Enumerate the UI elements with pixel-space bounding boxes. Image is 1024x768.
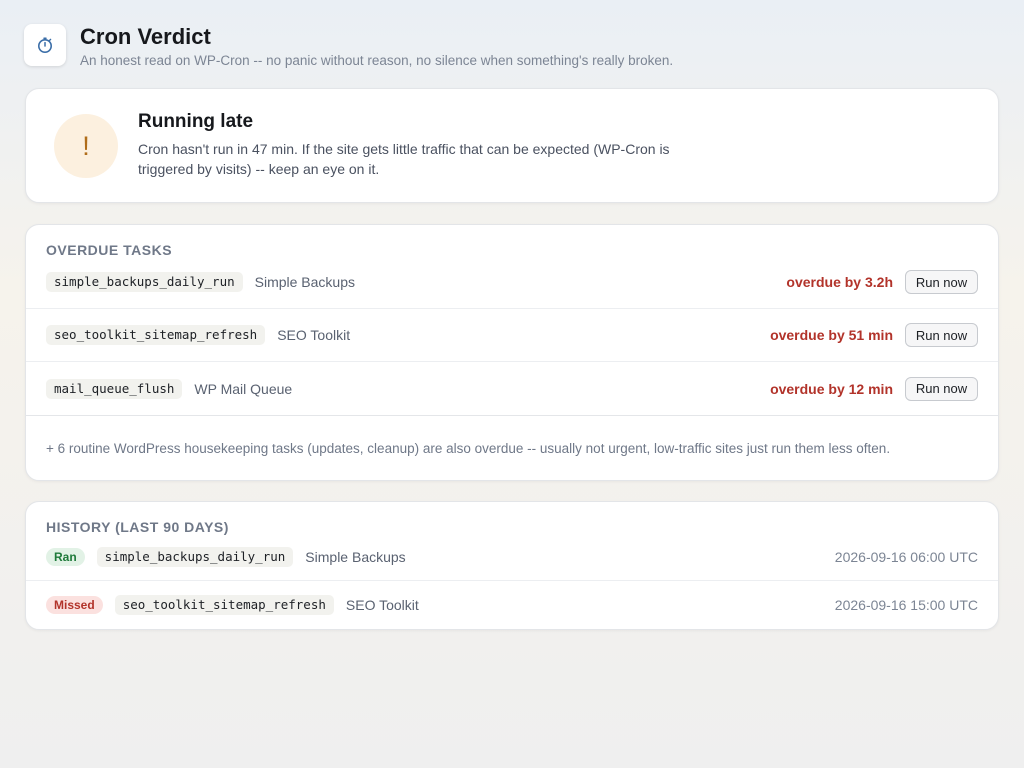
app-title: Cron Verdict [80,24,211,49]
divider [26,415,998,416]
task-hook: simple_backups_daily_run [46,272,243,292]
task-hook: seo_toolkit_sitemap_refresh [46,325,266,345]
status-badge: Ran [46,547,85,566]
history-timestamp: 2026-09-16 15:00 UTC [834,597,978,613]
task-hook: mail_queue_flush [46,378,183,399]
run-now-button[interactable]: Run now [905,376,978,401]
task-plugin: WP Mail Queue [194,380,293,397]
task-plugin: Simple Backups [254,274,356,290]
status-card: ! Running late Cron hasn't run in 47 min… [25,88,999,203]
overdue-tasks-card: Overdue tasks simple_backups_daily_run S… [25,224,999,481]
app-header: Cron Verdict An honest read on WP-Cron -… [24,24,673,68]
warning-icon: ! [54,114,118,178]
status-message: Cron hasn't run in 47 min. If the site g… [138,141,670,177]
task-row: mail_queue_flush WP Mail Queue overdue b… [26,362,998,415]
history-plugin: Simple Backups [305,548,406,565]
run-now-button[interactable]: Run now [905,323,978,347]
history-row: Ran simple_backups_daily_run Simple Back… [26,533,998,581]
task-row: seo_toolkit_sitemap_refresh SEO Toolkit … [26,309,998,362]
task-overdue-time: overdue by 12 min [770,380,893,397]
history-card: History (last 90 days) Ran simple_backup… [25,501,999,630]
task-row: simple_backups_daily_run Simple Backups … [26,256,998,309]
run-now-button[interactable]: Run now [905,270,978,294]
history-plugin: SEO Toolkit [345,597,419,613]
housekeeping-note: + 6 routine WordPress housekeeping tasks… [46,441,891,456]
task-plugin: SEO Toolkit [277,327,351,343]
history-hook: simple_backups_daily_run [96,546,294,567]
status-badge: Missed [46,596,103,614]
stopwatch-icon [24,24,66,66]
app-subtitle: An honest read on WP-Cron -- no panic wi… [80,53,674,68]
history-hook: seo_toolkit_sitemap_refresh [114,595,334,615]
status-title: Running late [138,111,254,132]
history-timestamp: 2026-09-16 06:00 UTC [834,548,978,565]
history-row: Missed seo_toolkit_sitemap_refresh SEO T… [26,581,998,629]
task-overdue-time: overdue by 3.2h [786,274,893,290]
task-overdue-time: overdue by 51 min [770,327,893,343]
